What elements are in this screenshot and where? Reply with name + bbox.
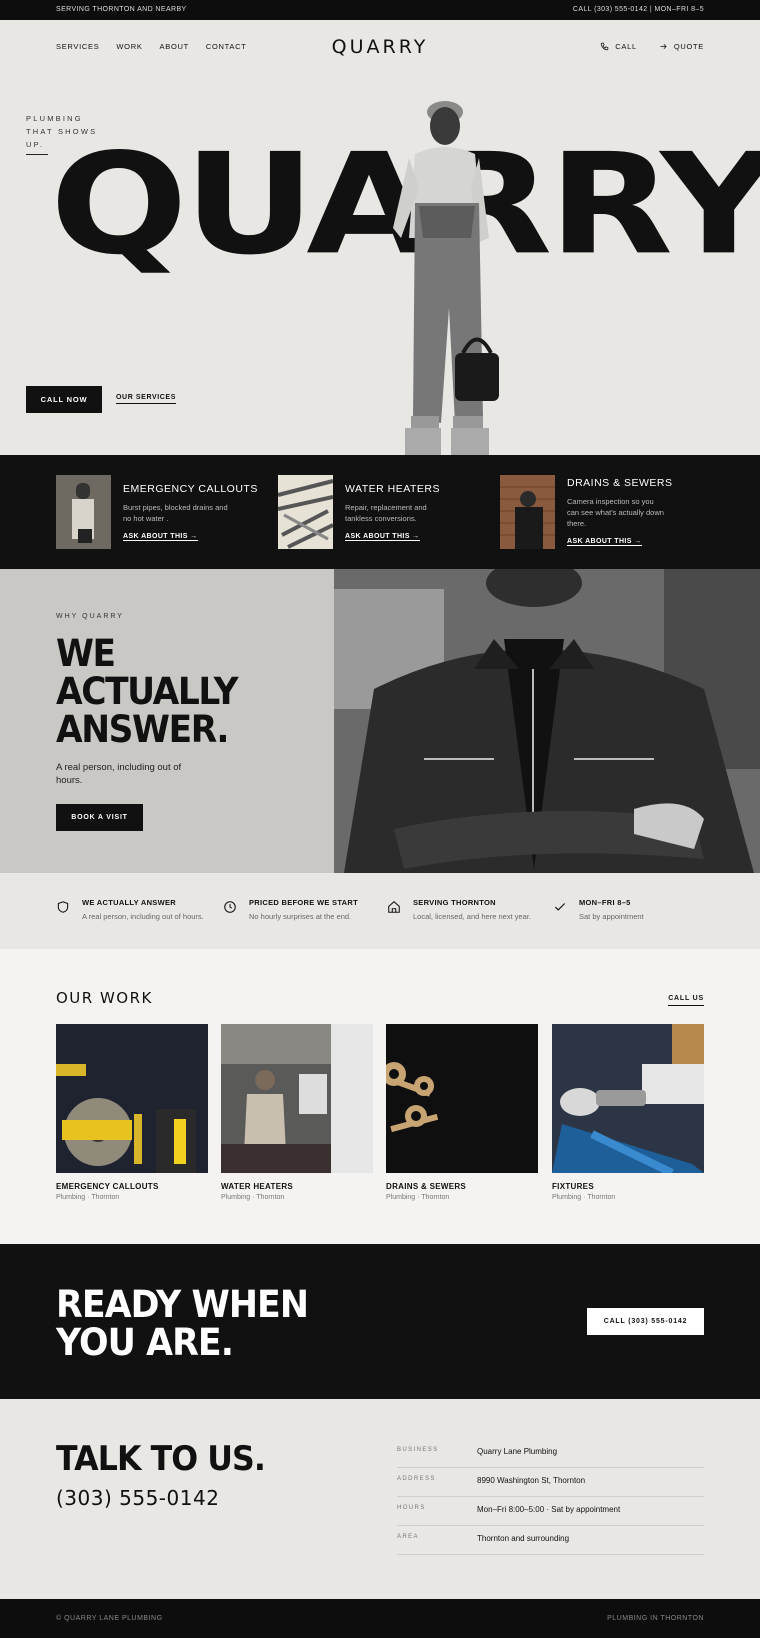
tagline-line-1: PLUMBING (26, 114, 83, 123)
main-nav: SERVICES WORK ABOUT CONTACT QUARRY CALL … (0, 20, 760, 70)
info-value: 8990 Washington St, Thornton (477, 1476, 586, 1485)
service-card-drains: DRAINS & SEWERS Camera inspection so you… (500, 475, 700, 549)
work-card[interactable]: WATER HEATERS Plumbing · Thornton (221, 1024, 373, 1201)
work-image-tools (56, 1024, 208, 1173)
why-heading: WE ACTUALLY ANSWER. (56, 632, 239, 751)
work-card[interactable]: FIXTURES Plumbing · Thornton (552, 1024, 704, 1201)
service-desc: Camera inspection so you can see what's … (567, 497, 664, 528)
info-key: BUSINESS (397, 1447, 439, 1453)
feature-desc: Sat by appointment (579, 912, 644, 921)
feature-title: SERVING THORNTON (413, 898, 496, 907)
info-key: HOURS (397, 1505, 426, 1511)
contact-heading: TALK TO US. (56, 1439, 266, 1479)
ready-cta-section: READY WHEN YOU ARE. CALL (303) 555-0142 (0, 1244, 760, 1399)
work-card-sub: Plumbing · Thornton (56, 1194, 120, 1201)
hero-plumber-photo (375, 88, 530, 455)
why-heading-line-3: ANSWER. (56, 708, 230, 751)
nav-quote-label: QUOTE (673, 42, 704, 51)
work-image-wrenches (386, 1024, 538, 1173)
info-value: Mon–Fri 8:00–5:00 · Sat by appointment (477, 1505, 621, 1514)
book-visit-button[interactable]: BOOK A VISIT (56, 804, 143, 831)
info-row: AREA Thornton and surrounding (397, 1526, 704, 1555)
work-card-title: WATER HEATERS (221, 1182, 294, 1191)
why-section: WHY QUARRY WE ACTUALLY ANSWER. A real pe… (0, 569, 760, 873)
hero-section: PLUMBING THAT SHOWS UP. QUARRY CALL NOW … (0, 70, 760, 455)
info-value: Quarry Lane Plumbing (477, 1447, 558, 1456)
work-card-title: DRAINS & SEWERS (386, 1182, 467, 1191)
home-icon (388, 901, 400, 913)
work-heading: OUR WORK (56, 989, 153, 1007)
business-info-table: BUSINESS Quarry Lane Plumbing ADDRESS 89… (397, 1439, 704, 1555)
ask-about-link[interactable]: ASK ABOUT THIS → (567, 538, 642, 546)
work-card-title: EMERGENCY CALLOUTS (56, 1182, 159, 1191)
check-icon (554, 903, 566, 911)
clock-icon (224, 901, 236, 913)
info-value: Thornton and surrounding (477, 1534, 570, 1543)
contact-phone[interactable]: (303) 555-0142 (56, 1486, 219, 1510)
call-now-button[interactable]: CALL NOW (26, 386, 102, 413)
phone-icon (601, 42, 609, 51)
shield-icon (57, 901, 69, 913)
nav-actions: CALL QUOTE (600, 42, 704, 51)
why-heading-line-1: WE (56, 632, 116, 675)
ready-heading: READY WHEN YOU ARE. (56, 1283, 309, 1364)
info-row: BUSINESS Quarry Lane Plumbing (397, 1439, 704, 1468)
footer-copyright: © QUARRY LANE PLUMBING (56, 1615, 163, 1622)
our-work-section: OUR WORK CALL US EMERGENCY CALLOUTS Plum… (0, 949, 760, 1244)
work-image-fixtures (552, 1024, 704, 1173)
feature-desc: A real person, including out of hours. (82, 912, 204, 921)
ready-heading-line-1: READY WHEN (56, 1283, 309, 1326)
nav-quote-button[interactable]: QUOTE (659, 42, 704, 51)
topbar-contact-text[interactable]: CALL (303) 555-0142 | MON–FRI 8–5 (573, 6, 704, 13)
ask-about-link[interactable]: ASK ABOUT THIS → (123, 533, 198, 541)
work-card-sub: Plumbing · Thornton (552, 1194, 616, 1201)
info-key: AREA (397, 1534, 419, 1540)
plumber-portrait-photo (334, 569, 760, 873)
info-key: ADDRESS (397, 1476, 436, 1482)
feature-desc: Local, licensed, and here next year. (413, 912, 531, 921)
service-card-emergency: EMERGENCY CALLOUTS Burst pipes, blocked … (56, 475, 257, 549)
feature-title: PRICED BEFORE WE START (249, 898, 358, 907)
service-thumb-emergency (56, 475, 111, 549)
work-card-sub: Plumbing · Thornton (386, 1194, 450, 1201)
work-image-water-heater (221, 1024, 373, 1173)
nav-call-button[interactable]: CALL (600, 42, 637, 51)
why-label: WHY QUARRY (56, 613, 124, 620)
why-heading-line-2: ACTUALLY (56, 670, 239, 713)
feature-desc: No hourly surprises at the end. (249, 912, 352, 921)
ask-about-link[interactable]: ASK ABOUT THIS → (345, 533, 420, 541)
service-desc: Repair, replacement and tankless convers… (345, 503, 427, 523)
service-thumb-water-heaters (278, 475, 333, 549)
service-desc: Burst pipes, blocked drains and no hot w… (123, 503, 228, 523)
ready-call-button[interactable]: CALL (303) 555-0142 (587, 1308, 704, 1335)
footer-tagline: PLUMBING IN THORNTON (607, 1615, 704, 1622)
contact-section: TALK TO US. (303) 555-0142 BUSINESS Quar… (0, 1399, 760, 1599)
service-title: WATER HEATERS (345, 483, 440, 495)
arrow-right-icon (660, 43, 667, 50)
service-thumb-drains (500, 475, 555, 549)
why-panel: WHY QUARRY WE ACTUALLY ANSWER. A real pe… (0, 569, 334, 873)
service-card-water-heaters: WATER HEATERS Repair, replacement and ta… (278, 475, 468, 549)
feature-title: WE ACTUALLY ANSWER (82, 898, 177, 907)
feature-title: MON–FRI 8–5 (579, 898, 631, 907)
work-card-sub: Plumbing · Thornton (221, 1194, 285, 1201)
work-card-title: FIXTURES (552, 1182, 594, 1191)
site-footer: © QUARRY LANE PLUMBING PLUMBING IN THORN… (0, 1599, 760, 1638)
work-card[interactable]: DRAINS & SEWERS Plumbing · Thornton (386, 1024, 538, 1201)
service-title: EMERGENCY CALLOUTS (123, 483, 258, 495)
info-row: ADDRESS 8990 Washington St, Thornton (397, 1468, 704, 1497)
info-row: HOURS Mon–Fri 8:00–5:00 · Sat by appoint… (397, 1497, 704, 1526)
service-title: DRAINS & SEWERS (567, 477, 673, 489)
services-strip: EMERGENCY CALLOUTS Burst pipes, blocked … (0, 455, 760, 569)
work-card[interactable]: EMERGENCY CALLOUTS Plumbing · Thornton (56, 1024, 208, 1201)
call-us-link[interactable]: CALL US (668, 995, 704, 1006)
tagline-divider (26, 154, 48, 155)
nav-call-label: CALL (615, 42, 637, 51)
features-bar: WE ACTUALLY ANSWER A real person, includ… (0, 873, 760, 949)
ready-heading-line-2: YOU ARE. (56, 1321, 234, 1364)
top-bar: SERVING THORNTON AND NEARBY CALL (303) 5… (0, 0, 760, 20)
service-area-text: SERVING THORNTON AND NEARBY (56, 6, 187, 13)
our-services-link[interactable]: OUR SERVICES (116, 394, 176, 404)
why-text: A real person, including out of hours. (56, 762, 182, 786)
